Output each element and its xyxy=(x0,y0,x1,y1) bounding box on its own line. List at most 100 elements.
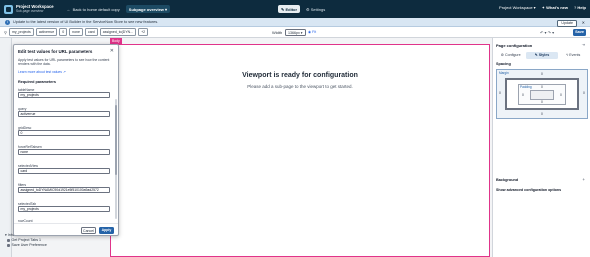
config-tabs: ⚙ Configure ✎ Styles ϟ Events xyxy=(495,52,589,59)
tab-configure-label: Configure xyxy=(504,53,521,57)
panel-title: Page configuration xyxy=(496,43,533,48)
app-logo-icon xyxy=(4,4,13,14)
fit-toggle-label: Fit xyxy=(312,29,317,34)
whats-new-label: What's new xyxy=(546,5,568,10)
fit-toggle[interactable]: ◉ Fit xyxy=(308,30,316,34)
url-param-chip[interactable]: 0 xyxy=(59,28,68,36)
margin-top-value[interactable]: 0 xyxy=(541,72,543,76)
param-input[interactable]: activerrue xyxy=(18,111,110,117)
page-config-panel: Page configuration ⇥ ⚙ Configure ✎ Style… xyxy=(492,38,590,257)
editor-toolbar: ⚲ my_projects activerrue 0 none card ass… xyxy=(0,27,590,38)
viewport-subtitle: Please add a sub-page to the viewport to… xyxy=(247,84,353,89)
param-field: query activerrue xyxy=(18,107,110,117)
url-param-chip[interactable]: assigned_to(DYN... xyxy=(99,28,137,36)
padding-right-value[interactable]: 0 xyxy=(560,93,562,97)
data-resource-icon xyxy=(7,238,10,242)
tab-configure[interactable]: ⚙ Configure xyxy=(495,52,526,59)
arrow-left-icon: ← xyxy=(66,6,71,12)
more-params-chip[interactable]: +2 xyxy=(138,28,149,36)
tree-item-label: Save User Preference xyxy=(11,243,47,247)
param-field: selectedTab my_projects xyxy=(18,202,110,212)
chevron-down-icon: ▾ xyxy=(165,6,168,12)
padding-left-value[interactable]: 0 xyxy=(522,93,524,97)
margin-right-value[interactable]: 0 xyxy=(583,91,585,95)
tab-editor[interactable]: ✎ Editor xyxy=(278,5,301,13)
margin-box[interactable]: Margin 0 0 0 0 Padding 0 0 0 0 xyxy=(496,69,588,119)
url-param-chip[interactable]: none xyxy=(69,28,83,36)
page-selector[interactable]: Subpage overview ▾ xyxy=(125,5,171,13)
chevron-down-icon[interactable]: ▾ xyxy=(544,30,546,35)
data-resource-icon xyxy=(7,243,10,247)
tree-item[interactable]: Save User Preference xyxy=(5,243,47,248)
url-param-chip[interactable]: activerrue xyxy=(35,28,58,36)
width-select[interactable]: 1366px ▾ xyxy=(285,29,306,37)
margin-label: Margin xyxy=(499,71,509,75)
tree-item-label: Get Project Tabs 1 xyxy=(11,238,42,242)
padding-label: Padding xyxy=(520,85,532,89)
param-input[interactable]: my_projects xyxy=(18,206,110,212)
param-field: tableName my_projects xyxy=(18,88,110,98)
learn-more-label: Learn more about test values xyxy=(18,70,62,74)
redo-icon[interactable]: ↷ xyxy=(548,30,551,35)
param-input[interactable]: my_projects xyxy=(18,92,110,98)
editor-mode-tabs: ✎ Editor ⚙ Settings xyxy=(278,5,328,13)
width-select-value: 1366px xyxy=(288,30,300,35)
whats-new-link[interactable]: ✦ What's new xyxy=(542,5,568,10)
dialog-description: Apply test values for URL parameters to … xyxy=(18,58,110,66)
padding-box[interactable]: Padding 0 0 0 0 xyxy=(518,84,566,105)
margin-left-value[interactable]: 0 xyxy=(499,91,501,95)
url-param-chip[interactable]: card xyxy=(84,28,98,36)
tab-styles-label: Styles xyxy=(538,53,550,57)
border-box: Padding 0 0 0 0 xyxy=(505,78,579,110)
required-params-heading: Required parameters xyxy=(18,80,56,84)
viewport-title: Viewport is ready for configuration xyxy=(242,72,358,79)
tab-styles[interactable]: ✎ Styles xyxy=(526,52,558,59)
left-panel xyxy=(0,38,12,257)
param-field: filters assigned_toDYNAMIC90d1921e5f5101… xyxy=(18,183,110,193)
content-box xyxy=(530,90,554,100)
advanced-options-link[interactable]: Show advanced configuration options xyxy=(496,188,561,192)
banner-text: Update to the latest version of UI Build… xyxy=(13,20,159,24)
apply-button[interactable]: Apply xyxy=(99,226,114,234)
margin-bottom-value[interactable]: 0 xyxy=(541,112,543,116)
padding-bottom-value[interactable]: 0 xyxy=(541,100,543,104)
param-input[interactable]: none xyxy=(18,149,110,155)
close-icon[interactable]: ✕ xyxy=(582,20,585,25)
spacing-heading: Spacing xyxy=(496,62,511,66)
param-input[interactable]: 0 xyxy=(18,130,110,136)
plus-icon[interactable]: + xyxy=(582,177,585,182)
tab-settings[interactable]: ⚙ Settings xyxy=(303,5,328,13)
url-param-chip[interactable]: my_projects xyxy=(8,28,34,36)
learn-more-link[interactable]: Learn more about test values ↗ xyxy=(18,70,66,74)
chevron-down-icon[interactable]: ▾ xyxy=(552,30,554,35)
update-button[interactable]: Update xyxy=(557,19,577,28)
tab-events[interactable]: ϟ Events xyxy=(558,52,589,59)
url-params-dialog: Edit test values for URL parameters ✕ Ap… xyxy=(13,44,119,236)
param-field: gridDesc 0 xyxy=(18,126,110,136)
back-link[interactable]: ← Back to home default copy xyxy=(67,7,120,12)
param-input[interactable]: card xyxy=(18,168,110,174)
help-label: Help xyxy=(577,5,586,10)
workspace-menu-label: Project Workspace xyxy=(499,5,533,10)
padding-top-value[interactable]: 0 xyxy=(541,85,543,89)
cancel-button[interactable]: Cancel xyxy=(81,226,96,234)
undo-icon[interactable]: ↶ xyxy=(540,30,543,35)
app-header: Project Workspace Sub-page overview ← Ba… xyxy=(0,0,590,18)
tab-events-label: Events xyxy=(569,53,581,57)
param-input[interactable]: assigned_toDYNAMIC90d1921e5f510100a9ad25… xyxy=(18,187,110,193)
app-title-block: Project Workspace Sub-page overview xyxy=(16,4,54,14)
link-icon[interactable]: ⚲ xyxy=(4,30,7,35)
undo-redo-group: ↶ ▾ ↷ ▾ xyxy=(540,30,554,35)
update-banner: i Update to the latest version of UI Bui… xyxy=(0,18,590,28)
close-icon[interactable]: ✕ xyxy=(110,48,114,54)
save-button[interactable]: Save xyxy=(573,29,586,36)
workspace-menu[interactable]: Project Workspace ▾ xyxy=(499,5,536,10)
external-link-icon: ↗ xyxy=(62,70,66,74)
collapse-icon[interactable]: ⇥ xyxy=(582,42,585,47)
tab-editor-label: Editor xyxy=(285,6,298,12)
background-heading: Background xyxy=(496,178,519,182)
dialog-scrollbar[interactable] xyxy=(115,99,117,219)
dialog-title: Edit test values for URL parameters xyxy=(18,49,93,54)
dialog-footer: Cancel Apply xyxy=(14,223,118,235)
help-link[interactable]: ? Help xyxy=(574,5,586,10)
